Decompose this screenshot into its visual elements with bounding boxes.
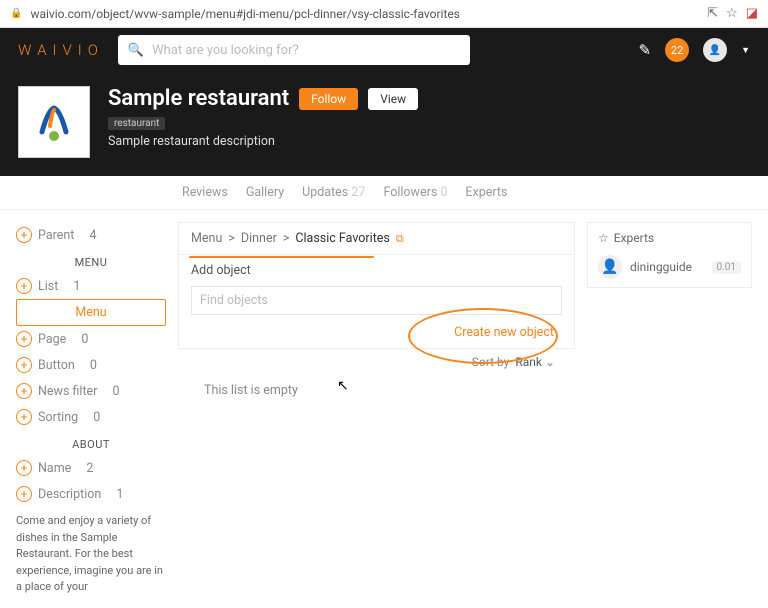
profile-hero: Sample restaurant Follow View restaurant… [0, 72, 768, 176]
tab-reviews[interactable]: Reviews [182, 185, 228, 200]
sidebar-item-menu-active[interactable]: Menu [16, 299, 166, 326]
user-avatar[interactable]: 👤 [703, 38, 727, 62]
experts-panel: ☆Experts 👤 diningguide 0.01 [587, 222, 752, 596]
plus-icon: + [16, 486, 32, 502]
lock-icon: 🔒 [10, 8, 22, 19]
add-object-box: Add object Create new object [178, 255, 575, 349]
sidebar-item-description[interactable]: +Description 1 [16, 481, 166, 507]
app-topbar: WAIVIO 🔍 ✎ 22 👤 ▼ [0, 28, 768, 72]
view-button[interactable]: View [368, 88, 418, 110]
sidebar-item-newsfilter[interactable]: +News filter 0 [16, 378, 166, 404]
page-title: Sample restaurant [108, 86, 289, 111]
sidebar-description-text: Come and enjoy a variety of dishes in th… [16, 513, 166, 596]
experts-heading: ☆Experts [598, 231, 741, 245]
chevron-down-icon[interactable]: ▼ [741, 45, 750, 56]
category-tag: restaurant [108, 117, 165, 130]
breadcrumb: Menu > Dinner > Classic Favorites ⧉ [178, 222, 575, 255]
chevron-down-icon: ⌄ [545, 355, 555, 369]
main-content: Menu > Dinner > Classic Favorites ⧉ Add … [178, 222, 575, 596]
plus-icon: + [16, 331, 32, 347]
plus-icon: + [16, 357, 32, 373]
sidebar-item-list[interactable]: +List 1 [16, 273, 166, 299]
search-box[interactable]: 🔍 [118, 35, 470, 65]
notification-badge[interactable]: 22 [665, 38, 689, 62]
page-description: Sample restaurant description [108, 134, 750, 149]
expert-row[interactable]: 👤 diningguide 0.01 [598, 255, 741, 279]
plus-icon: + [16, 383, 32, 399]
extension-icon[interactable]: ◪ [746, 6, 758, 21]
expert-score: 0.01 [712, 261, 742, 274]
star-icon[interactable]: ☆ [726, 6, 738, 21]
restaurant-logo [18, 86, 90, 158]
sort-control[interactable]: Sort by Rank ⌄ [178, 349, 575, 375]
plus-icon: + [16, 227, 32, 243]
plus-icon: + [16, 278, 32, 294]
browser-address-bar: 🔒 waivio.com/object/wvw-sample/menu#jdi-… [0, 0, 768, 28]
tab-experts[interactable]: Experts [465, 185, 507, 200]
tab-followers[interactable]: Followers 0 [383, 185, 447, 200]
breadcrumb-current: Classic Favorites [295, 231, 390, 246]
sidebar: +Parent 4 MENU +List 1 Menu +Page 0 +But… [16, 222, 166, 596]
add-object-label: Add object [179, 255, 574, 286]
search-input[interactable] [152, 43, 460, 58]
expert-avatar: 👤 [598, 255, 622, 279]
external-link-icon[interactable]: ⧉ [396, 232, 404, 246]
plus-icon: + [16, 460, 32, 476]
breadcrumb-menu[interactable]: Menu [191, 231, 222, 246]
sidebar-item-parent[interactable]: +Parent 4 [16, 222, 166, 248]
waivio-logo[interactable]: WAIVIO [18, 41, 104, 59]
open-external-icon[interactable]: ⇱ [707, 6, 718, 21]
url-text: waivio.com/object/wvw-sample/menu#jdi-me… [30, 7, 699, 21]
sidebar-item-name[interactable]: +Name 2 [16, 455, 166, 481]
breadcrumb-dinner[interactable]: Dinner [241, 231, 277, 246]
sidebar-heading-menu: MENU [16, 248, 166, 273]
content-tabs: Reviews Gallery Updates 27 Followers 0 E… [0, 176, 768, 210]
star-icon: ☆ [598, 231, 609, 245]
find-objects-input[interactable] [191, 286, 562, 315]
sidebar-item-page[interactable]: +Page 0 [16, 326, 166, 352]
empty-state-text: This list is empty [178, 375, 575, 406]
sidebar-item-sorting[interactable]: +Sorting 0 [16, 404, 166, 430]
expert-name: diningguide [630, 260, 704, 274]
create-new-object-link[interactable]: Create new object [179, 325, 574, 348]
plus-icon: + [16, 409, 32, 425]
tab-updates[interactable]: Updates 27 [302, 185, 365, 200]
sidebar-heading-about: ABOUT [16, 430, 166, 455]
compose-icon[interactable]: ✎ [639, 41, 652, 59]
tab-gallery[interactable]: Gallery [246, 185, 284, 200]
sidebar-item-button[interactable]: +Button 0 [16, 352, 166, 378]
follow-button[interactable]: Follow [299, 88, 358, 110]
search-icon: 🔍 [128, 43, 144, 58]
